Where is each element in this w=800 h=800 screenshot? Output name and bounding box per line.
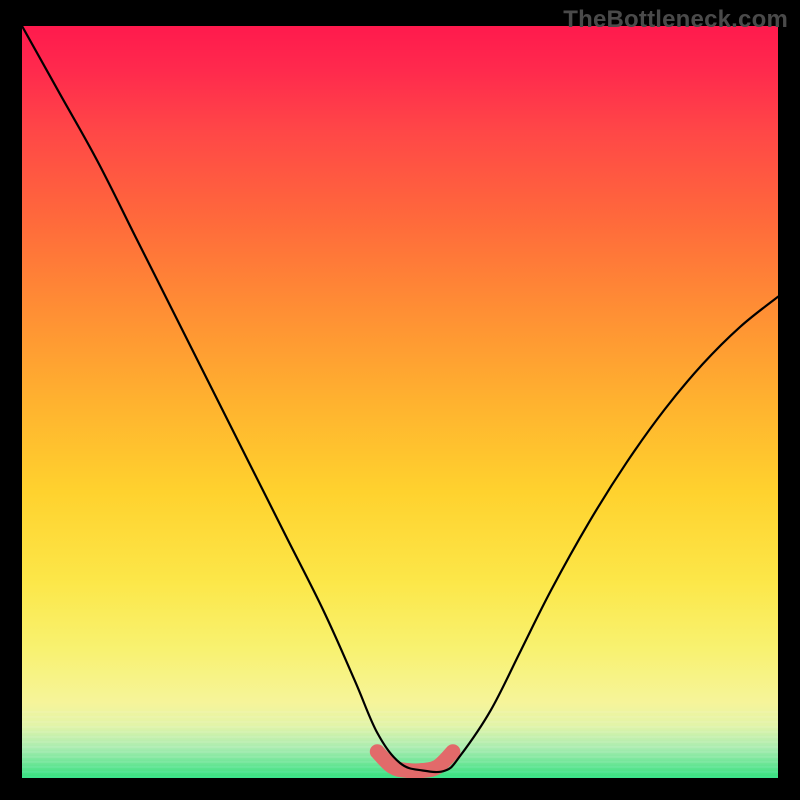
bottleneck-curve-path bbox=[22, 26, 778, 772]
watermark-text: TheBottleneck.com bbox=[563, 6, 788, 34]
curve-layer bbox=[22, 26, 778, 778]
chart-frame: TheBottleneck.com bbox=[0, 0, 800, 800]
plot-area bbox=[22, 26, 778, 778]
valley-accent-path bbox=[377, 752, 453, 771]
